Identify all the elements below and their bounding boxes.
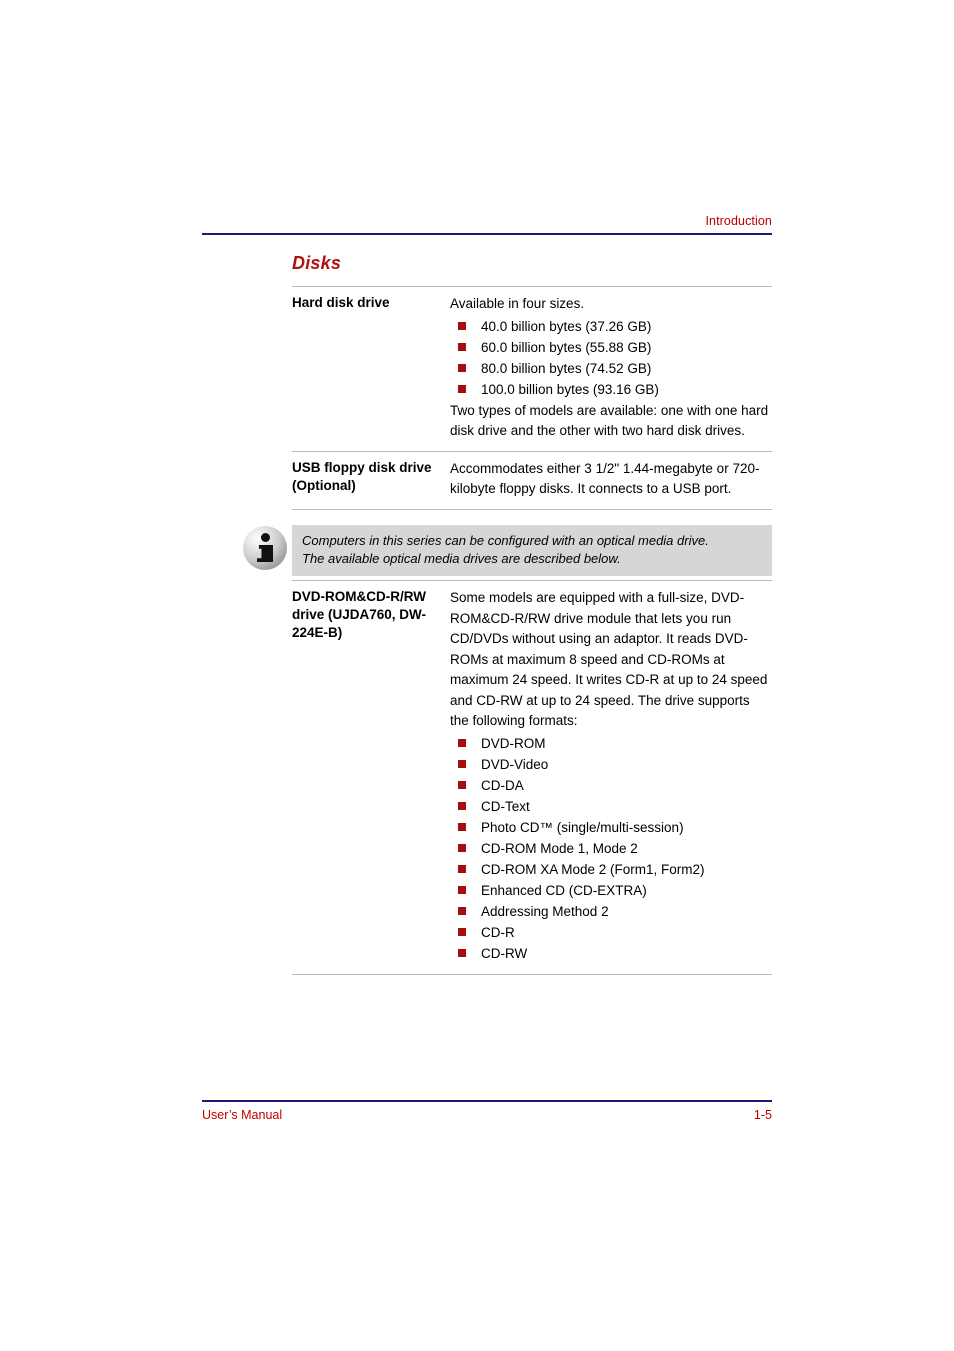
list-item: 100.0 billion bytes (93.16 GB) xyxy=(458,379,772,400)
list-item: CD-RW xyxy=(458,943,772,964)
footer-row: User’s Manual 1-5 xyxy=(202,1108,772,1122)
square-bullet-icon xyxy=(458,927,466,936)
list-item-label: Photo CD™ (single/multi-session) xyxy=(481,819,684,835)
bullet-list: 40.0 billion bytes (37.26 GB) 60.0 billi… xyxy=(450,316,772,400)
table-row: DVD-ROM&CD-R/RW drive (UJDA760, DW-224E-… xyxy=(292,581,772,974)
specification-table: Hard disk drive Available in four sizes.… xyxy=(292,286,772,510)
square-bullet-icon xyxy=(458,801,466,810)
square-bullet-icon xyxy=(458,864,466,873)
list-item: Addressing Method 2 xyxy=(458,901,772,922)
list-item: 40.0 billion bytes (37.26 GB) xyxy=(458,316,772,337)
table-rule xyxy=(292,508,772,510)
list-item: CD-Text xyxy=(458,796,772,817)
list-item: 60.0 billion bytes (55.88 GB) xyxy=(458,337,772,358)
running-head: Introduction xyxy=(705,214,772,228)
list-item: Enhanced CD (CD-EXTRA) xyxy=(458,880,772,901)
list-item: CD-ROM Mode 1, Mode 2 xyxy=(458,838,772,859)
square-bullet-icon xyxy=(458,843,466,852)
list-item-label: CD-DA xyxy=(481,777,524,793)
header-rule xyxy=(202,233,772,235)
square-bullet-icon xyxy=(458,906,466,915)
row-body: Some models are equipped with a full-siz… xyxy=(450,588,772,965)
list-item-label: CD-R xyxy=(481,924,515,940)
table-row: USB floppy disk drive (Optional) Accommo… xyxy=(292,452,772,509)
list-item: DVD-ROM xyxy=(458,733,772,754)
info-icon xyxy=(243,526,287,570)
list-item: 80.0 billion bytes (74.52 GB) xyxy=(458,358,772,379)
section-title: Disks xyxy=(292,253,342,273)
note-callout: Computers in this series can be configur… xyxy=(292,525,772,576)
table-rule-bottom xyxy=(292,973,772,975)
square-bullet-icon xyxy=(458,738,466,747)
row-body: Accommodates either 3 1/2" 1.44-megabyte… xyxy=(450,459,772,500)
bullet-list: DVD-ROM DVD-Video CD-DA CD-Text Photo CD… xyxy=(450,733,772,964)
row-outro-text: Two types of models are available: one w… xyxy=(450,402,769,439)
note-line-2: The available optical media drives are d… xyxy=(302,551,621,566)
page-number: 1-5 xyxy=(753,1108,772,1122)
page-footer: User’s Manual 1-5 xyxy=(202,1100,772,1122)
list-item-label: DVD-Video xyxy=(481,756,549,772)
list-item-label: CD-RW xyxy=(481,945,528,961)
list-item: CD-ROM XA Mode 2 (Form1, Form2) xyxy=(458,859,772,880)
square-bullet-icon xyxy=(458,363,466,372)
list-item-label: 80.0 billion bytes (74.52 GB) xyxy=(481,360,652,376)
list-item-label: CD-ROM Mode 1, Mode 2 xyxy=(481,840,638,856)
list-item: CD-DA xyxy=(458,775,772,796)
row-label: Hard disk drive xyxy=(292,295,390,310)
square-bullet-icon xyxy=(458,759,466,768)
document-page: Introduction Disks Hard disk drive Avail… xyxy=(0,0,954,1351)
square-bullet-icon xyxy=(458,948,466,957)
list-item-label: CD-Text xyxy=(481,798,530,814)
square-bullet-icon xyxy=(458,342,466,351)
footer-manual-label: User’s Manual xyxy=(202,1108,283,1122)
row-intro-text: Accommodates either 3 1/2" 1.44-megabyte… xyxy=(450,460,760,497)
list-item: CD-R xyxy=(458,922,772,943)
table-row: Hard disk drive Available in four sizes.… xyxy=(292,287,772,451)
square-bullet-icon xyxy=(458,384,466,393)
row-label: DVD-ROM&CD-R/RW drive (UJDA760, DW-224E-… xyxy=(292,589,427,640)
square-bullet-icon xyxy=(458,780,466,789)
list-item-label: DVD-ROM xyxy=(481,735,546,751)
row-body: Available in four sizes. 40.0 billion by… xyxy=(450,294,772,442)
row-label: USB floppy disk drive (Optional) xyxy=(292,459,432,493)
specification-table-optical: DVD-ROM&CD-R/RW drive (UJDA760, DW-224E-… xyxy=(292,580,772,975)
list-item-label: 100.0 billion bytes (93.16 GB) xyxy=(481,381,659,397)
list-item-label: CD-ROM XA Mode 2 (Form1, Form2) xyxy=(481,861,705,877)
list-item-label: Addressing Method 2 xyxy=(481,903,609,919)
square-bullet-icon xyxy=(458,321,466,330)
page-header: Introduction xyxy=(202,214,772,235)
square-bullet-icon xyxy=(458,885,466,894)
list-item: DVD-Video xyxy=(458,754,772,775)
square-bullet-icon xyxy=(458,822,466,831)
list-item: Photo CD™ (single/multi-session) xyxy=(458,817,772,838)
note-line-1: Computers in this series can be configur… xyxy=(302,533,709,548)
list-item-label: 60.0 billion bytes (55.88 GB) xyxy=(481,339,652,355)
list-item-label: 40.0 billion bytes (37.26 GB) xyxy=(481,318,652,334)
info-icon-dot xyxy=(261,533,270,542)
row-intro-text: Some models are equipped with a full-siz… xyxy=(450,590,768,728)
footer-rule xyxy=(202,1100,772,1102)
list-item-label: Enhanced CD (CD-EXTRA) xyxy=(481,882,647,898)
row-intro-text: Available in four sizes. xyxy=(450,296,585,311)
